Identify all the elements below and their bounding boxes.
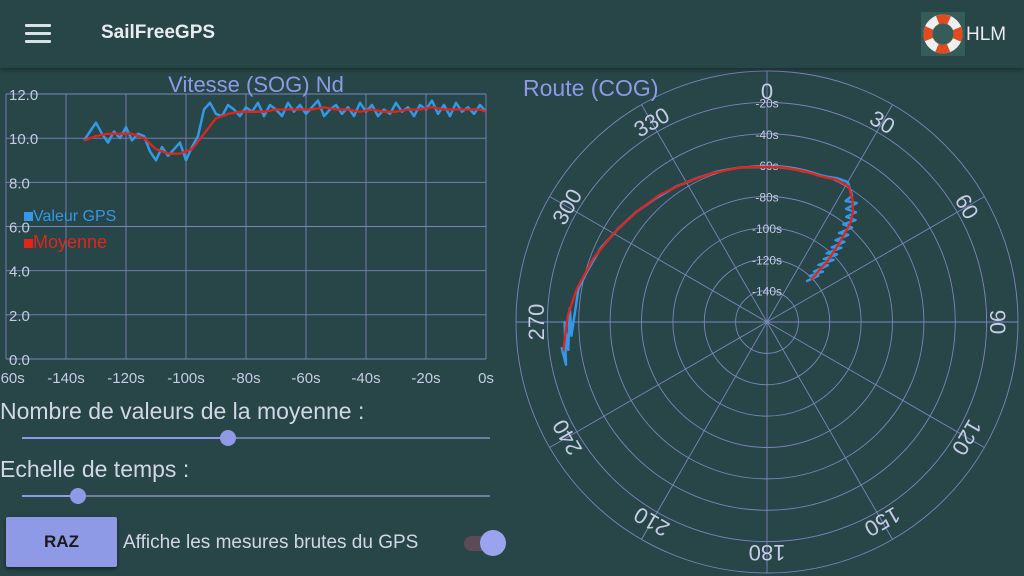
polar-spoke	[641, 104, 768, 323]
y-tick-label: 4.0	[9, 264, 30, 281]
y-tick-label: 0.0	[9, 352, 30, 369]
legend-swatch	[24, 239, 33, 248]
raw-gps-label: Affiche les mesures brutes du GPS	[123, 532, 419, 553]
chart-title: Route (COG)	[523, 75, 658, 101]
radial-tick-label: -100s	[752, 222, 782, 236]
slider-thumb[interactable]	[70, 488, 87, 504]
x-tick-label: -100s	[167, 370, 205, 387]
y-tick-label: 6.0	[9, 220, 30, 237]
main-content: -160s -140s -120s -100s -80s -60s -40s -20s 0s 0.…	[0, 68, 1024, 576]
app-bar: SailFreeGPS HLM	[0, 0, 1024, 68]
angle-tick-label: 0	[761, 79, 773, 104]
x-tick-label: -120s	[107, 370, 145, 387]
echelle-label: Echelle de temps :	[0, 456, 190, 482]
angle-tick-label: 60	[950, 190, 984, 224]
y-tick-label: 2.0	[9, 308, 30, 325]
x-tick-label: -140s	[47, 370, 85, 387]
angle-tick-label: 270	[524, 304, 549, 341]
slider-fill	[22, 437, 228, 439]
legend-swatch	[24, 212, 33, 221]
raz-button[interactable]: RAZ	[6, 517, 117, 567]
hlm-button[interactable]: HLM	[918, 10, 1018, 58]
polar-spoke	[549, 196, 768, 323]
polar-spoke	[766, 104, 893, 323]
angle-tick-label: 180	[749, 540, 786, 565]
moyenne-label: Nombre de valeurs de la moyenne :	[0, 398, 365, 424]
hlm-label: HLM	[966, 24, 1007, 45]
polar-spoke	[549, 321, 768, 448]
menu-icon[interactable]	[22, 20, 54, 48]
x-tick-label: -160s	[0, 370, 25, 387]
polar-spoke	[766, 196, 985, 323]
radial-tick-label: -120s	[752, 253, 782, 267]
x-tick-label: -80s	[231, 370, 260, 387]
y-tick-label: 10.0	[9, 131, 38, 148]
toggle-knob[interactable]	[480, 530, 506, 556]
chart-title: Vitesse (SOG) Nd	[168, 72, 344, 97]
polar-spoke	[766, 321, 893, 540]
radial-tick-label: -140s	[752, 285, 782, 299]
y-tick-label: 8.0	[9, 175, 30, 192]
lifebuoy-icon	[921, 12, 965, 56]
radial-tick-label: -80s	[755, 191, 778, 205]
x-tick-label: -60s	[291, 370, 320, 387]
slider-track	[22, 495, 490, 497]
sog-chart: -160s -140s -120s -100s -80s -60s -40s -20s 0s 0.…	[0, 72, 494, 387]
legend-label: Valeur GPS	[33, 208, 116, 225]
series-line-gps	[560, 165, 858, 366]
legend-label: Moyenne	[33, 232, 107, 252]
angle-tick-label: 90	[985, 310, 1010, 334]
x-tick-label: -40s	[351, 370, 380, 387]
moyenne-slider[interactable]	[22, 428, 490, 448]
app-title: SailFreeGPS	[101, 22, 216, 43]
polar-spoke	[766, 321, 985, 448]
slider-thumb[interactable]	[219, 430, 236, 446]
cog-chart: -20s-40s-60s-80s-100s-120s-140s030609012…	[515, 70, 1019, 574]
echelle-slider[interactable]	[22, 486, 490, 506]
y-tick-label: 12.0	[9, 87, 38, 104]
polar-spoke	[641, 321, 768, 540]
raw-gps-toggle[interactable]	[462, 530, 508, 556]
radial-tick-label: -40s	[755, 128, 778, 142]
x-tick-label: 0s	[478, 370, 494, 387]
series-line-moyenne	[562, 165, 855, 351]
x-tick-label: -20s	[411, 370, 440, 387]
angle-tick-label: 30	[866, 105, 900, 139]
